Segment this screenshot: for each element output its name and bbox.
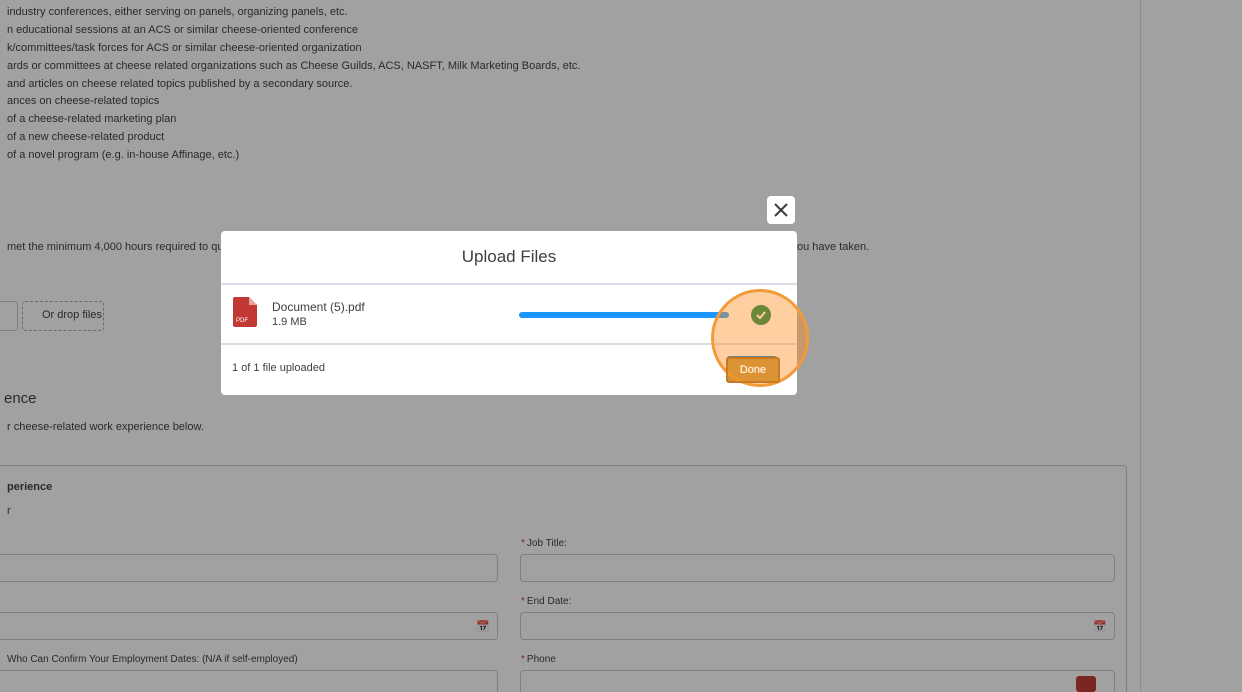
close-button[interactable] xyxy=(767,196,795,224)
modal-title: Upload Files xyxy=(221,231,797,285)
modal-footer: 1 of 1 file uploaded Done xyxy=(221,345,797,395)
upload-status-text: 1 of 1 file uploaded xyxy=(232,362,325,374)
upload-progress-fill xyxy=(519,312,729,318)
file-name: Document (5).pdf xyxy=(272,300,365,314)
upload-progress-bar xyxy=(519,312,729,318)
upload-files-modal: Upload Files PDF Document (5).pdf 1.9 MB… xyxy=(221,231,797,395)
file-size: 1.9 MB xyxy=(272,316,307,328)
pdf-file-icon: PDF xyxy=(233,297,257,327)
close-icon xyxy=(774,203,788,217)
page: industry conferences, either serving on … xyxy=(0,0,1242,692)
done-button-highlight[interactable]: Done xyxy=(726,357,780,383)
pdf-icon-label: PDF xyxy=(236,318,248,324)
